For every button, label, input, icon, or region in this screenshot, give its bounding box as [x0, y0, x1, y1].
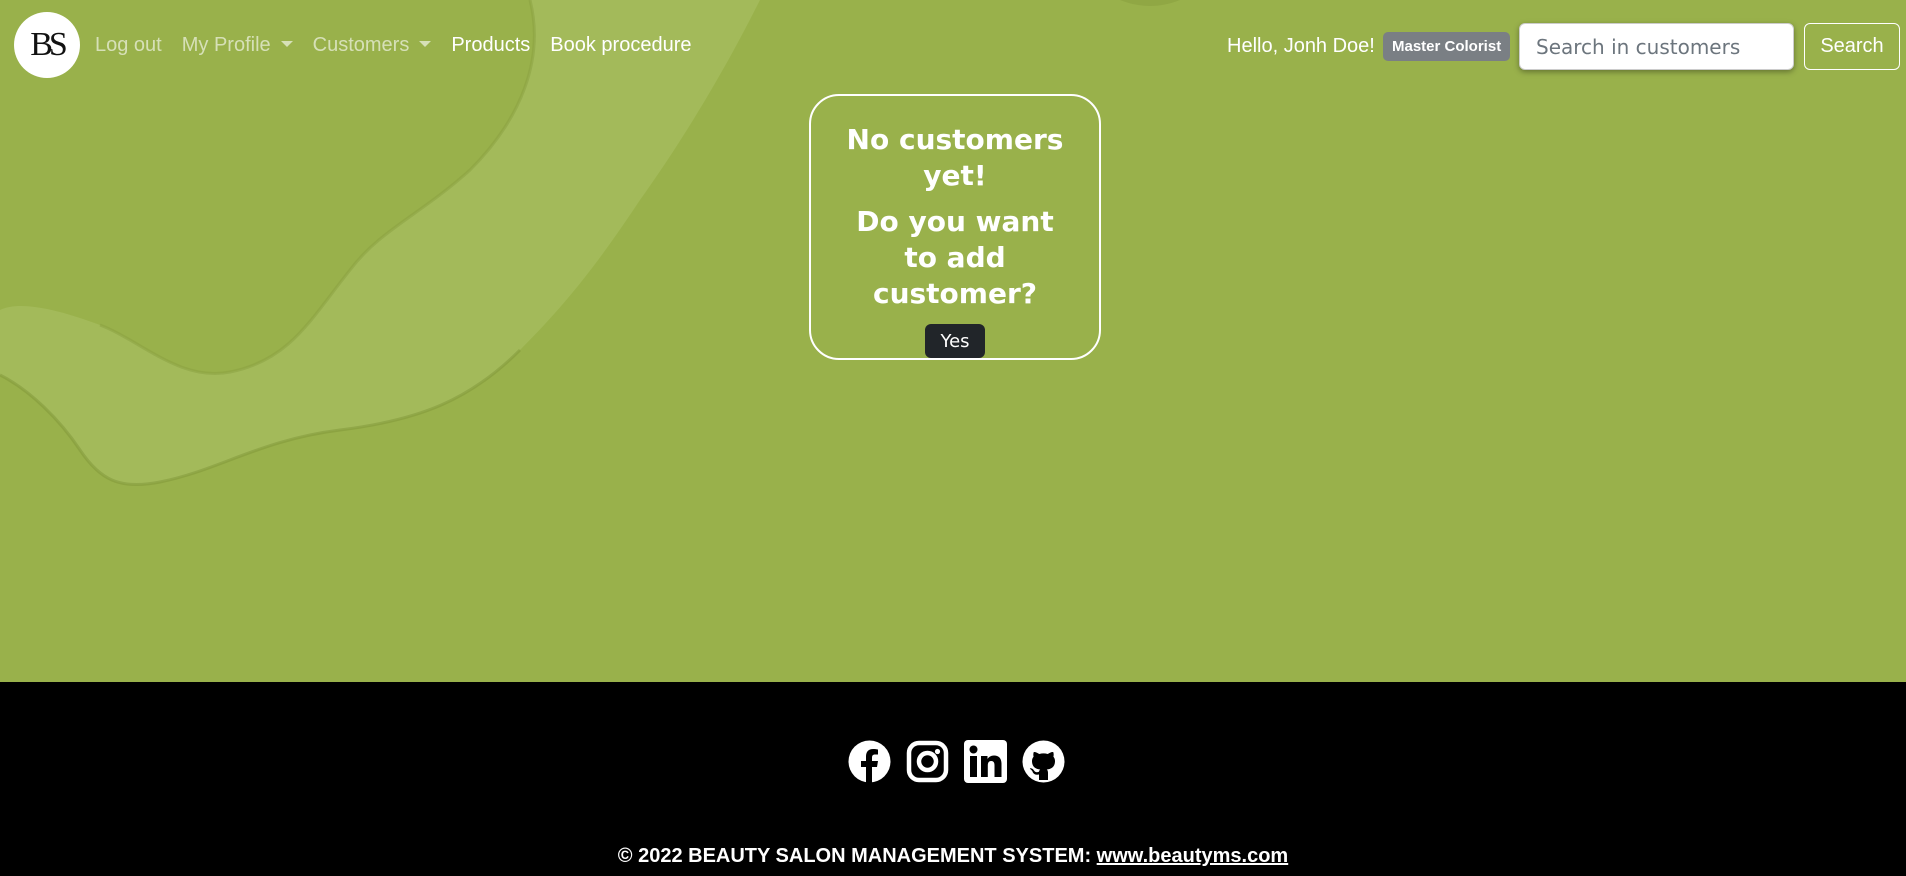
nav-logout-link[interactable]: Log out [95, 34, 162, 57]
nav-my-profile-label: My Profile [181, 34, 271, 56]
nav-customers-dropdown[interactable]: Customers [313, 34, 432, 57]
nav-customers-label: Customers [312, 34, 410, 56]
empty-state-title: No customers yet! [846, 123, 1064, 192]
empty-state-card: No customers yet! Do you want to add cus… [809, 94, 1101, 360]
brand-logo[interactable]: BS [14, 12, 80, 78]
navbar: BS Log out My Profile Customers Products… [0, 0, 1906, 94]
copyright-text: © 2022 BEAUTY SALON MANAGEMENT SYSTEM: [617, 845, 1097, 867]
nav-links: Log out My Profile Customers Products Bo… [95, 34, 711, 57]
facebook-icon[interactable] [848, 740, 891, 783]
nav-products-link[interactable]: Products [451, 34, 530, 57]
chevron-down-icon [280, 41, 293, 47]
site-link[interactable]: www.beautyms.com [1097, 845, 1289, 867]
copyright-notice: © 2022 BEAUTY SALON MANAGEMENT SYSTEM: w… [0, 845, 1906, 868]
nav-book-procedure-link[interactable]: Book procedure [550, 34, 691, 57]
role-badge: Master Colorist [1383, 32, 1511, 61]
linkedin-icon[interactable] [964, 740, 1007, 783]
instagram-icon[interactable] [906, 740, 949, 783]
social-links [848, 740, 1080, 783]
chevron-down-icon [419, 41, 432, 47]
search-input[interactable] [1519, 23, 1794, 70]
search-button[interactable]: Search [1804, 23, 1900, 70]
user-greeting: Hello, Jonh Doe! [1227, 35, 1375, 57]
empty-state-prompt: Do you want to add customer? [856, 205, 1054, 310]
nav-my-profile-dropdown[interactable]: My Profile [182, 34, 293, 57]
logo-text: BS [30, 26, 68, 63]
add-customer-yes-button[interactable]: Yes [925, 324, 985, 358]
github-icon[interactable] [1022, 740, 1065, 783]
